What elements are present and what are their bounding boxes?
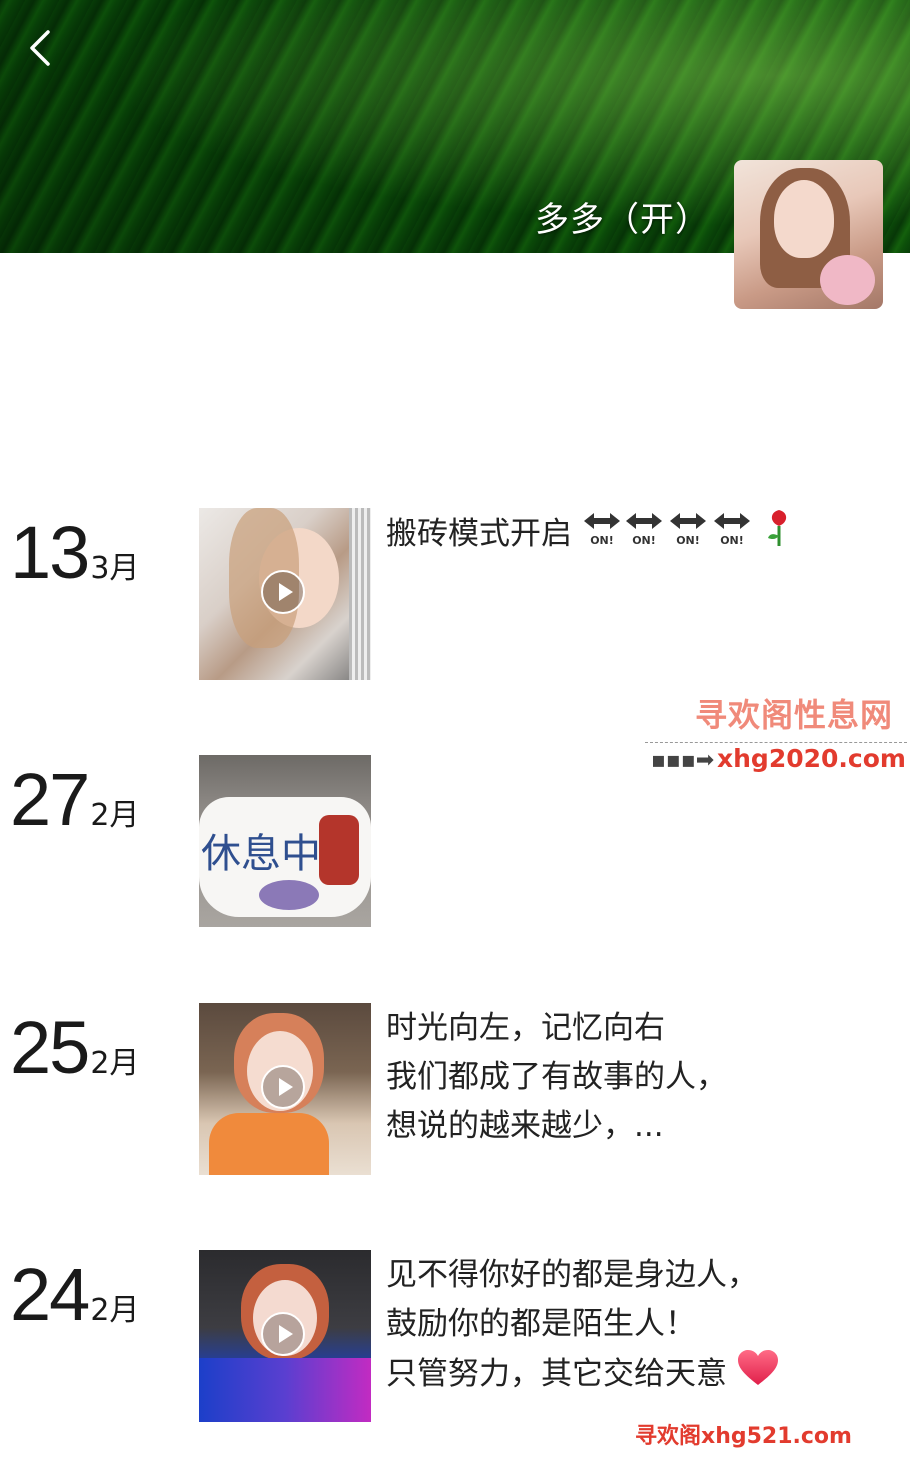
watermark: 寻欢阁性息网 ▪▪▪➡ xhg2020.com	[645, 690, 910, 773]
left-right-arrow-on-icon: ON!	[582, 509, 622, 562]
post-day: 13	[10, 511, 90, 594]
caption-line: 搬砖模式开启	[386, 516, 572, 552]
rose-icon	[764, 508, 794, 563]
thumb-shirt	[209, 1113, 329, 1175]
caption-line: 我们都成了有故事的人，	[386, 1059, 727, 1095]
play-icon[interactable]	[261, 1065, 305, 1109]
post-thumbnail[interactable]	[199, 1250, 371, 1422]
avatar[interactable]	[734, 160, 883, 309]
post-date: 133月	[10, 510, 190, 595]
watermark-divider	[645, 742, 907, 743]
caption-line: 只管努力，其它交给天意	[386, 1356, 727, 1392]
caption-line: 时光向左，记忆向右	[386, 1010, 665, 1046]
svg-text:ON!: ON!	[720, 534, 744, 547]
chevron-left-icon[interactable]	[22, 28, 62, 68]
profile-username[interactable]: 多多（开）	[535, 192, 710, 241]
heart-icon	[737, 1349, 779, 1402]
window-frame	[349, 508, 371, 680]
sign-lavender	[259, 880, 319, 910]
caption-line: 想说的越来越少，...	[386, 1108, 664, 1144]
watermark-bottom: 寻欢阁xhg521.com	[635, 1424, 852, 1449]
caption-line: 见不得你好的都是身边人，	[386, 1257, 758, 1293]
post-month: 2月	[90, 1046, 140, 1081]
post-thumbnail[interactable]: 休息中	[199, 755, 371, 927]
post-thumbnail[interactable]	[199, 1003, 371, 1175]
post-caption: 见不得你好的都是身边人， 鼓励你的都是陌生人！ 只管努力，其它交给天意	[386, 1251, 886, 1398]
sign-jug	[319, 815, 359, 885]
play-icon[interactable]	[261, 570, 305, 614]
svg-text:ON!: ON!	[676, 534, 700, 547]
post-month: 2月	[90, 1293, 140, 1328]
watermark-title: 寻欢阁性息网	[695, 696, 894, 734]
left-right-arrow-on-icon: ON!	[710, 509, 754, 562]
post-month: 2月	[90, 798, 140, 833]
post-caption: 时光向左，记忆向右 我们都成了有故事的人， 想说的越来越少，...	[386, 1004, 886, 1151]
post-month: 3月	[90, 551, 140, 586]
thumb-jacket	[199, 1358, 371, 1422]
post-date: 242月	[10, 1252, 190, 1337]
post-date: 272月	[10, 757, 190, 842]
avatar-face	[774, 180, 834, 258]
post-caption: 搬砖模式开启 ON! ON! ON! ON!	[386, 508, 886, 557]
watermark-url: xhg2020.com	[717, 744, 906, 773]
post-thumbnail[interactable]	[199, 508, 371, 680]
play-icon[interactable]	[261, 1312, 305, 1356]
caption-line: 鼓励你的都是陌生人！	[386, 1306, 696, 1342]
avatar-prop	[820, 255, 875, 305]
left-right-arrow-on-icon: ON!	[666, 509, 710, 562]
svg-text:ON!: ON!	[590, 534, 614, 547]
post-date: 252月	[10, 1005, 190, 1090]
left-right-arrow-on-icon: ON!	[622, 509, 666, 562]
arrow-right-icon: ▪▪▪➡	[651, 748, 715, 773]
post-day: 27	[10, 758, 90, 841]
post-day: 24	[10, 1253, 90, 1336]
svg-text:ON!: ON!	[632, 534, 656, 547]
post-day: 25	[10, 1006, 90, 1089]
